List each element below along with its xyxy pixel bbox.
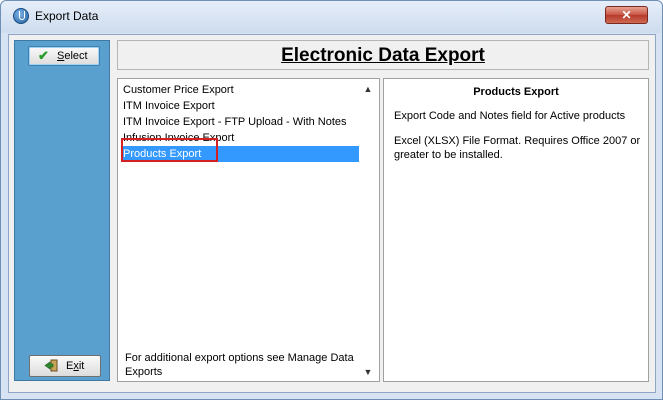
client-area: ✔ Select Exit Electronic Data Export Cus… xyxy=(8,34,656,393)
detail-requirements: Excel (XLSX) File Format. Requires Offic… xyxy=(394,135,641,161)
window-title: Export Data xyxy=(35,9,99,23)
page-title: Electronic Data Export xyxy=(117,40,649,70)
checkmark-icon: ✔ xyxy=(38,48,49,63)
close-button[interactable]: ✕ xyxy=(605,6,648,24)
select-button-label: Select xyxy=(57,50,88,62)
power-icon xyxy=(13,8,29,24)
title-bar[interactable]: Export Data ✕ xyxy=(1,1,662,33)
sidebar: ✔ Select Exit xyxy=(14,40,110,381)
list-item[interactable]: ITM Invoice Export - FTP Upload - With N… xyxy=(121,114,359,130)
exit-door-icon xyxy=(44,359,58,372)
chevron-up-icon[interactable]: ▲ xyxy=(361,82,375,96)
detail-title: Products Export xyxy=(473,86,559,98)
list-item[interactable]: Customer Price Export xyxy=(121,82,359,98)
detail-description: Export Code and Notes field for Active p… xyxy=(394,110,626,122)
export-data-window: Export Data ✕ ✔ Select Exit Electronic D… xyxy=(0,0,663,400)
export-detail-panel: Products Export Export Code and Notes fi… xyxy=(383,78,649,382)
page-title-text: Electronic Data Export xyxy=(281,45,485,66)
exit-button-label: Exit xyxy=(66,360,85,372)
exit-button[interactable]: Exit xyxy=(29,355,101,377)
list-footer-note: For additional export options see Manage… xyxy=(125,352,354,378)
select-button[interactable]: ✔ Select xyxy=(28,46,100,66)
export-list[interactable]: Customer Price Export ITM Invoice Export… xyxy=(121,82,359,342)
list-item[interactable]: ITM Invoice Export xyxy=(121,98,359,114)
export-list-panel: Customer Price Export ITM Invoice Export… xyxy=(117,78,380,382)
highlight-box xyxy=(121,138,218,162)
